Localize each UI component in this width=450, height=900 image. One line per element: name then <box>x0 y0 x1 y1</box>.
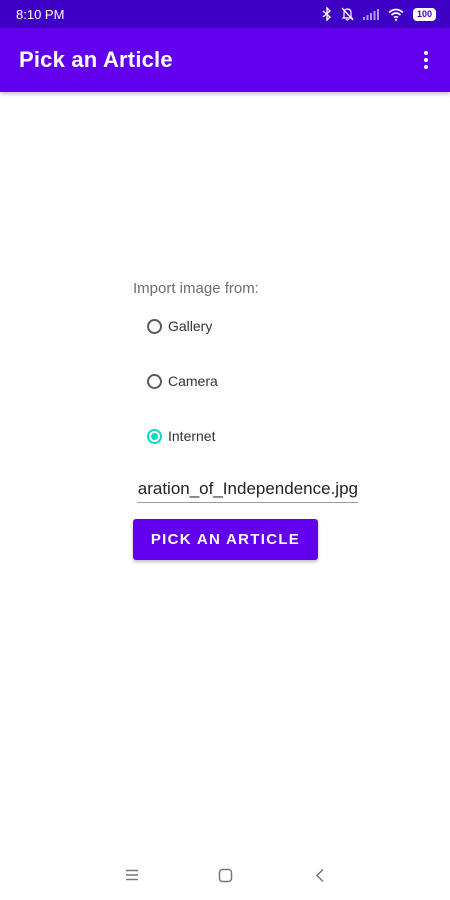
radio-camera[interactable]: Camera <box>147 369 218 393</box>
radio-button-icon[interactable] <box>147 373 162 389</box>
back-icon[interactable] <box>309 864 331 886</box>
wifi-icon <box>388 8 404 21</box>
status-icons: 100 <box>322 7 436 21</box>
home-icon[interactable] <box>214 864 236 886</box>
app-bar: Pick an Article <box>0 28 450 92</box>
import-label: Import image from: <box>133 280 259 297</box>
status-bar: 8:10 PM 100 <box>0 0 450 28</box>
image-url-field[interactable] <box>137 476 358 503</box>
menu-icon[interactable] <box>121 864 143 886</box>
radio-button-checked-icon[interactable] <box>147 428 162 444</box>
radio-label: Internet <box>168 428 216 444</box>
page-title: Pick an Article <box>19 47 173 72</box>
mute-icon <box>341 7 354 21</box>
battery-icon: 100 <box>412 7 436 21</box>
signal-icon <box>362 9 379 20</box>
status-time: 8:10 PM <box>16 6 65 22</box>
more-vert-icon[interactable] <box>416 44 436 76</box>
radio-label: Camera <box>168 373 218 389</box>
pick-article-button[interactable]: PICK AN ARTICLE <box>133 519 318 560</box>
bluetooth-icon <box>322 7 331 21</box>
radio-label: Gallery <box>168 318 213 334</box>
radio-internet[interactable]: Internet <box>147 424 215 448</box>
radio-button-icon[interactable] <box>147 318 162 334</box>
radio-gallery[interactable]: Gallery <box>147 314 212 338</box>
navigation-bar <box>0 848 450 900</box>
